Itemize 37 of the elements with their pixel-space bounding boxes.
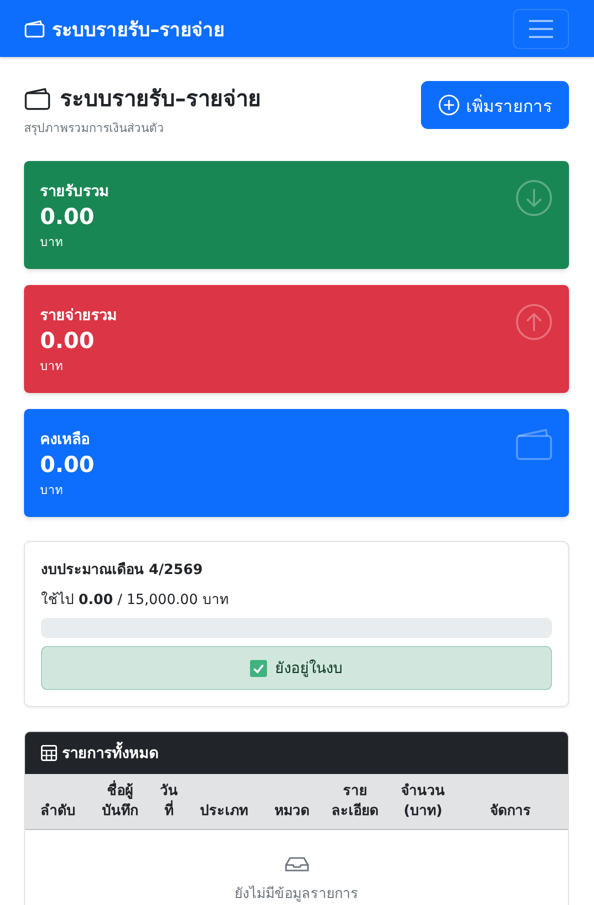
add-entry-button[interactable]: เพิ่มรายการ — [421, 81, 569, 129]
inbox-icon — [284, 856, 308, 872]
column-header: จัดการ — [489, 802, 532, 821]
budget-title: งบประมาณเดือน 4/2569 — [41, 561, 204, 580]
check-box-icon — [250, 660, 267, 676]
wallet-icon — [515, 427, 553, 461]
empty-message: ยังไม่มีข้อมูลรายการ — [234, 884, 358, 904]
column-header: ชื่อผู้บันทึก — [91, 782, 149, 822]
column-header: ประเภท — [199, 802, 249, 821]
arrow-down-circle-icon — [515, 179, 553, 217]
column-header: วันที่ — [159, 782, 179, 821]
stat-value: 0.00 — [40, 329, 96, 354]
column-header: จำนวน (บาท) — [400, 782, 446, 821]
table-title: รายการทั้งหมด — [62, 741, 159, 765]
stat-value: 0.00 — [40, 453, 94, 478]
stat-unit: บาท — [40, 482, 64, 499]
wallet-icon — [24, 20, 46, 38]
wallet-icon — [24, 86, 52, 110]
stat-label: รายรับรวม — [40, 181, 109, 202]
budget-status-text: ยังอยู่ในงบ — [275, 658, 343, 679]
column-header: รายละเอียด — [330, 782, 380, 821]
plus-circle-icon — [438, 94, 460, 116]
column-header: หมวด — [274, 802, 310, 821]
column-header: ลำดับ — [40, 802, 76, 821]
page-subtitle: สรุปภาพรวมการเงินส่วนตัว — [24, 120, 165, 137]
stat-label: รายจ่ายรวม — [40, 305, 117, 326]
brand-title[interactable]: ระบบรายรับ–รายจ่าย — [52, 14, 224, 44]
stat-value: 0.00 — [40, 205, 96, 230]
page-title: ระบบรายรับ–รายจ่าย — [60, 86, 261, 114]
stat-label: คงเหลือ — [40, 429, 91, 450]
stat-unit: บาท — [40, 358, 64, 375]
table-icon — [41, 745, 57, 761]
menu-icon — [528, 18, 554, 38]
budget-usage: ใช้ไป 0.00 / 15,000.00 บาท — [41, 590, 230, 610]
arrow-up-circle-icon — [515, 303, 553, 341]
menu-button[interactable] — [513, 8, 569, 48]
stat-unit: บาท — [40, 234, 64, 251]
